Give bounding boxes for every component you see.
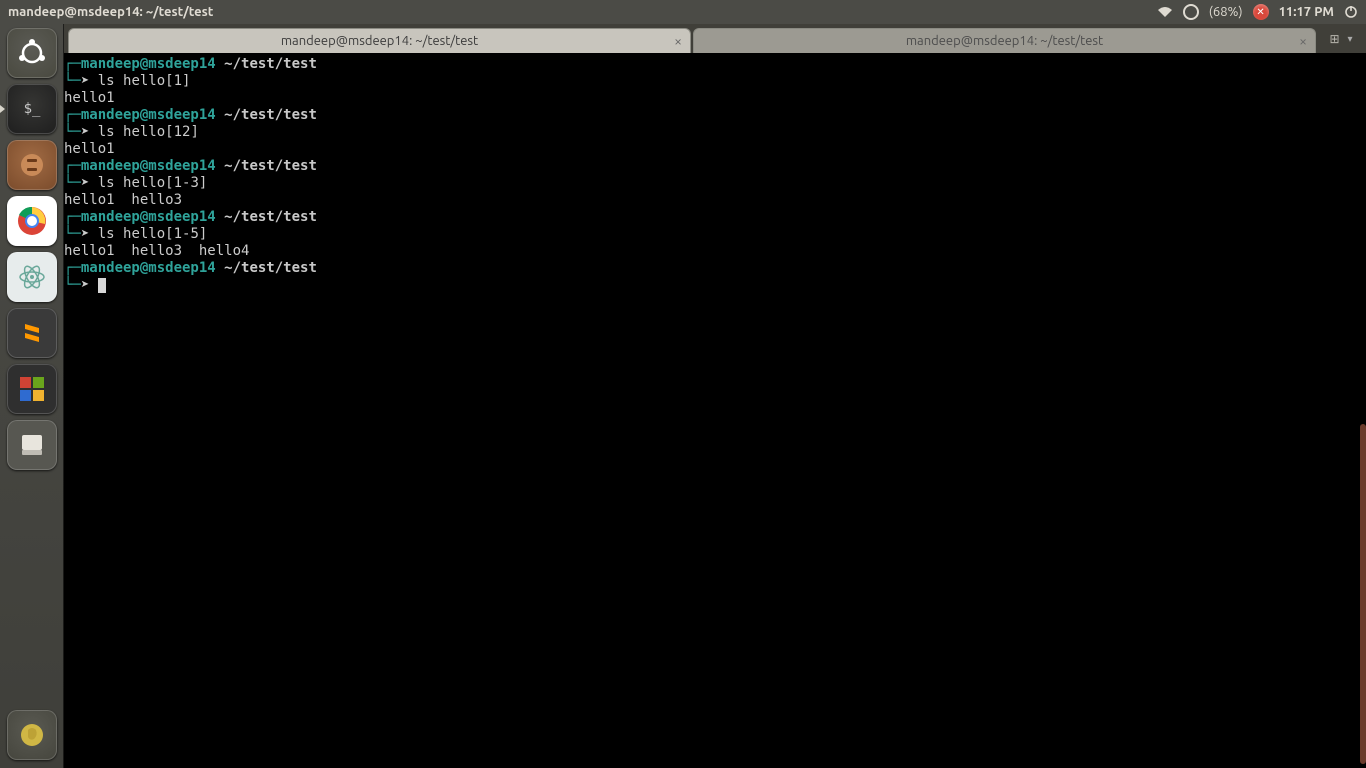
tab-menu-icon[interactable]: ▾: [1347, 33, 1352, 45]
scrollbar-thumb[interactable]: [1360, 424, 1366, 764]
battery-ring-icon[interactable]: [1183, 4, 1199, 20]
terminal-window: mandeep@msdeep14: ~/test/test × mandeep@…: [64, 24, 1366, 768]
terminal-cursor: [98, 278, 106, 293]
power-icon[interactable]: [1344, 5, 1358, 19]
tab-title: mandeep@msdeep14: ~/test/test: [281, 34, 478, 48]
launcher-ubuntu[interactable]: [7, 28, 57, 78]
tab-close-icon[interactable]: ×: [674, 33, 682, 49]
system-tray: (68%) ✕ 11:17 PM: [1157, 4, 1358, 20]
launcher-workspaces[interactable]: [7, 364, 57, 414]
tab-close-icon[interactable]: ×: [1299, 33, 1307, 49]
launcher-dock: $_: [0, 24, 64, 768]
wifi-icon[interactable]: [1157, 6, 1173, 18]
launcher-trash[interactable]: [7, 710, 57, 760]
close-indicator-icon[interactable]: ✕: [1253, 4, 1269, 20]
terminal-tab-inactive[interactable]: mandeep@msdeep14: ~/test/test ×: [693, 28, 1316, 53]
top-menu-bar: mandeep@msdeep14: ~/test/test (68%) ✕ 11…: [0, 0, 1366, 24]
launcher-files[interactable]: [7, 140, 57, 190]
launcher-terminal[interactable]: $_: [7, 84, 57, 134]
launcher-chrome[interactable]: [7, 196, 57, 246]
terminal-tab-bar: mandeep@msdeep14: ~/test/test × mandeep@…: [64, 24, 1366, 54]
app-running-indicator-icon: [0, 105, 5, 113]
launcher-sublime[interactable]: [7, 308, 57, 358]
terminal-viewport[interactable]: ┌─mandeep@msdeep14 ~/test/test └─➤ ls he…: [64, 54, 1366, 768]
battery-percent: (68%): [1209, 5, 1243, 19]
launcher-disk[interactable]: [7, 420, 57, 470]
window-title: mandeep@msdeep14: ~/test/test: [8, 5, 213, 19]
clock: 11:17 PM: [1279, 5, 1334, 19]
tab-title: mandeep@msdeep14: ~/test/test: [906, 34, 1103, 48]
launcher-atom[interactable]: [7, 252, 57, 302]
new-tab-icon[interactable]: ⊞: [1327, 32, 1341, 46]
terminal-tab-active[interactable]: mandeep@msdeep14: ~/test/test ×: [68, 28, 691, 53]
